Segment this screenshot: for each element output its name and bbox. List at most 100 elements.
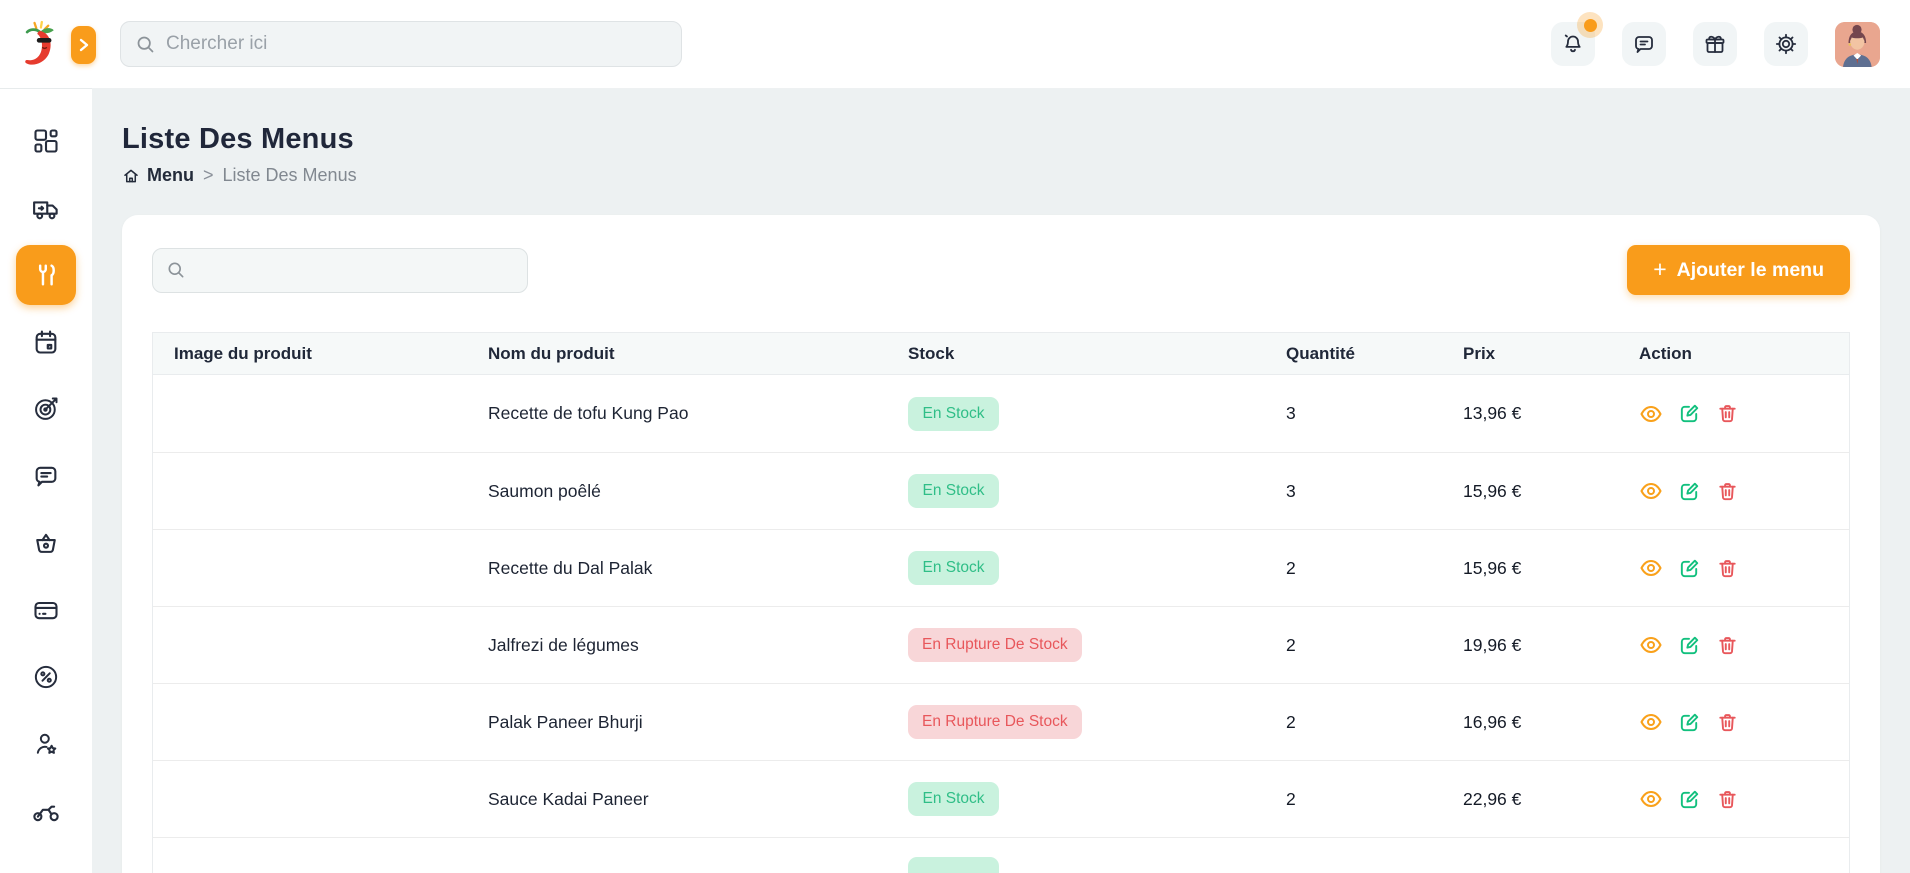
view-button[interactable] (1639, 633, 1663, 657)
sidebar-item-orders[interactable] (16, 513, 76, 573)
table-row-partial (153, 837, 1849, 873)
sidebar-item-menus[interactable] (16, 245, 76, 305)
header-image: Image du produit (174, 343, 312, 363)
table-search-input[interactable] (194, 259, 514, 281)
view-button[interactable] (1639, 479, 1663, 503)
stock-badge: En Rupture De Stock (908, 628, 1082, 662)
plus-icon: + (1653, 255, 1667, 282)
product-name: Palak Paneer Bhurji (488, 711, 643, 732)
logo-box (0, 0, 96, 89)
product-name: Sauce Kadai Paneer (488, 788, 649, 809)
table-row: Sauce Kadai Paneer En Stock 2 22,96 € (153, 760, 1849, 837)
messages-button[interactable] (1622, 22, 1666, 66)
price: 19,96 € (1463, 634, 1522, 655)
row-actions (1618, 787, 1849, 811)
add-menu-button[interactable]: + Ajouter le menu (1627, 245, 1850, 295)
sidebar-item-payments[interactable] (16, 580, 76, 640)
row-actions (1618, 402, 1849, 426)
delete-button[interactable] (1716, 711, 1739, 734)
chili-pepper-logo-icon (18, 19, 62, 69)
delete-button[interactable] (1716, 634, 1739, 657)
dashboard-icon (32, 127, 60, 155)
notifications-button[interactable] (1551, 12, 1603, 66)
breadcrumb-current: Liste Des Menus (222, 165, 357, 185)
price: 16,96 € (1463, 711, 1522, 732)
view-button[interactable] (1639, 787, 1663, 811)
price: 15,96 € (1463, 480, 1522, 501)
edit-button[interactable] (1678, 788, 1701, 811)
calendar-icon (32, 328, 60, 356)
restaurant-menu-icon (32, 261, 60, 289)
delete-button[interactable] (1716, 557, 1739, 580)
edit-button[interactable] (1678, 711, 1701, 734)
gifts-button[interactable] (1693, 22, 1737, 66)
edit-button[interactable] (1678, 402, 1701, 425)
motorcycle-icon (31, 796, 61, 826)
user-star-icon (32, 730, 60, 758)
row-actions (1618, 710, 1849, 734)
delete-button[interactable] (1716, 480, 1739, 503)
chevron-right-icon (78, 38, 90, 52)
view-button[interactable] (1639, 556, 1663, 580)
sidebar-item-riders[interactable] (16, 781, 76, 841)
header-stock: Stock (908, 343, 955, 363)
table-search[interactable] (152, 247, 528, 293)
quantity: 2 (1286, 557, 1296, 578)
row-actions (1618, 556, 1849, 580)
menu-table: Image du produit Nom du produit Stock Qu… (152, 332, 1850, 873)
product-name: Saumon poêlé (488, 480, 601, 501)
notification-badge (1577, 12, 1603, 38)
table-body: Recette de tofu Kung Pao En Stock 3 13,9… (153, 375, 1849, 873)
home-icon (122, 167, 140, 185)
price: 22,96 € (1463, 788, 1522, 809)
quantity: 3 (1286, 403, 1296, 423)
target-icon (32, 395, 60, 423)
sidebar-expand-button[interactable] (71, 26, 96, 64)
sidebar (0, 0, 96, 873)
discount-percent-icon (32, 663, 60, 691)
price: 13,96 € (1463, 403, 1522, 423)
sidebar-item-reservations[interactable] (16, 312, 76, 372)
gift-icon (1703, 32, 1727, 56)
sidebar-item-staff[interactable] (16, 714, 76, 774)
stock-badge: En Stock (908, 474, 999, 508)
price: 15,96 € (1463, 557, 1522, 578)
sidebar-item-campaigns[interactable] (16, 379, 76, 439)
quantity: 3 (1286, 480, 1296, 501)
user-avatar[interactable] (1835, 21, 1880, 67)
view-button[interactable] (1639, 402, 1663, 426)
edit-button[interactable] (1678, 557, 1701, 580)
settings-button[interactable] (1764, 22, 1808, 66)
view-button[interactable] (1639, 710, 1663, 734)
topbar-actions (1551, 12, 1880, 67)
chat-bubble-icon (1632, 32, 1656, 56)
table-header: Image du produit Nom du produit Stock Qu… (153, 333, 1849, 375)
table-row: Recette du Dal Palak En Stock 2 15,96 € (153, 529, 1849, 606)
header-name: Nom du produit (488, 343, 615, 363)
table-row: Palak Paneer Bhurji En Rupture De Stock … (153, 683, 1849, 760)
sidebar-item-messages[interactable] (16, 446, 76, 506)
sidebar-item-dashboard[interactable] (16, 111, 76, 171)
delete-button[interactable] (1716, 788, 1739, 811)
table-row: Recette de tofu Kung Pao En Stock 3 13,9… (153, 375, 1849, 452)
credit-card-icon (32, 596, 60, 624)
quantity: 2 (1286, 711, 1296, 732)
header-qty: Quantité (1286, 343, 1355, 363)
product-name: Jalfrezi de légumes (488, 634, 639, 655)
global-search[interactable] (120, 21, 682, 67)
product-name: Recette du Dal Palak (488, 557, 653, 578)
basket-icon (32, 529, 60, 557)
breadcrumb-home[interactable]: Menu (122, 165, 194, 186)
bell-icon (1561, 32, 1585, 56)
sidebar-item-delivery[interactable] (16, 178, 76, 238)
delete-button[interactable] (1716, 402, 1739, 425)
sidebar-item-discounts[interactable] (16, 647, 76, 707)
product-name: Recette de tofu Kung Pao (488, 403, 689, 423)
search-icon (166, 260, 186, 280)
stock-badge: En Stock (908, 551, 999, 585)
edit-button[interactable] (1678, 480, 1701, 503)
main-content: Liste Des Menus Menu > Liste Des Menus +… (92, 89, 1910, 873)
global-search-input[interactable] (166, 33, 667, 55)
menu-list-card: + Ajouter le menu Image du produit Nom d… (122, 215, 1880, 873)
edit-button[interactable] (1678, 634, 1701, 657)
